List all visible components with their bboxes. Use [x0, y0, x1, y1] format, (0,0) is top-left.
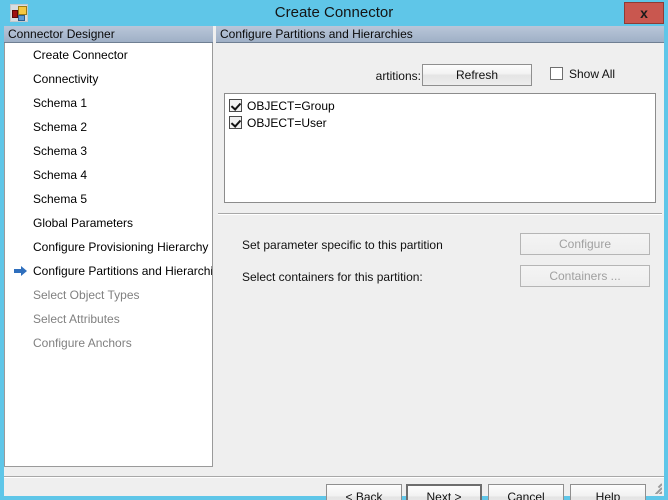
section-divider: [218, 213, 662, 215]
sidebar-list[interactable]: Create Connector Connectivity Schema 1 S…: [4, 43, 213, 467]
sidebar-item-configure-partitions-and-hierarchies[interactable]: Configure Partitions and Hierarchies: [5, 259, 212, 283]
sidebar-item-label: Schema 2: [33, 120, 88, 134]
connector-designer-panel: Connector Designer Create Connector Conn…: [4, 26, 213, 467]
sidebar-item-label: Create Connector: [33, 48, 128, 62]
containers-row-label: Select containers for this partition:: [242, 270, 423, 284]
sidebar-item-label: Schema 3: [33, 144, 88, 158]
refresh-button[interactable]: Refresh: [422, 64, 532, 86]
configure-button[interactable]: Configure: [520, 233, 650, 255]
sidebar-item-configure-anchors: Configure Anchors: [5, 331, 212, 355]
configure-partitions-panel: Configure Partitions and Hierarchies art…: [216, 26, 664, 467]
sidebar-item-schema-5[interactable]: Schema 5: [5, 187, 212, 211]
sidebar-item-create-connector[interactable]: Create Connector: [5, 43, 212, 67]
dialog-button-bar: < Back Next > Cancel Help: [4, 478, 664, 500]
configure-row-label: Set parameter specific to this partition: [242, 238, 443, 252]
arrow-right-icon: [14, 265, 28, 277]
show-all-label: Show All: [569, 67, 616, 81]
partitions-label: artitions:: [375, 69, 421, 83]
window-title: Create Connector: [274, 4, 394, 21]
sidebar-item-select-object-types: Select Object Types: [5, 283, 212, 307]
sidebar-item-schema-4[interactable]: Schema 4: [5, 163, 212, 187]
sidebar-item-label: Select Attributes: [33, 312, 120, 326]
sidebar-item-label: Schema 5: [33, 192, 88, 206]
show-all-checkbox-group[interactable]: Show All: [550, 67, 615, 83]
sidebar-item-select-attributes: Select Attributes: [5, 307, 212, 331]
sidebar-item-label: Configure Partitions and Hierarchies: [33, 264, 213, 278]
containers-button[interactable]: Containers ...: [520, 265, 650, 287]
partition-checkbox[interactable]: [229, 116, 242, 129]
back-button[interactable]: < Back: [326, 484, 402, 500]
partition-list-box[interactable]: OBJECT=Group OBJECT=User: [224, 93, 656, 203]
content-body: artitions: Refresh Show All OBJECT=Group…: [216, 43, 664, 467]
sidebar-item-label: Schema 4: [33, 168, 88, 182]
sidebar-item-schema-2[interactable]: Schema 2: [5, 115, 212, 139]
content-header: Configure Partitions and Hierarchies: [216, 26, 664, 43]
next-button[interactable]: Next >: [406, 484, 482, 500]
dialog-client-area: Connector Designer Create Connector Conn…: [4, 26, 664, 500]
sidebar-item-label: Global Parameters: [33, 216, 134, 230]
resize-grip[interactable]: [648, 480, 662, 494]
sidebar-item-label: Configure Anchors: [33, 336, 132, 350]
sidebar-header: Connector Designer: [4, 26, 213, 43]
sidebar-item-schema-1[interactable]: Schema 1: [5, 91, 212, 115]
cancel-button[interactable]: Cancel: [488, 484, 564, 500]
sidebar-item-label: Select Object Types: [33, 288, 140, 302]
sidebar-item-label: Connectivity: [33, 72, 99, 86]
help-button[interactable]: Help: [570, 484, 646, 500]
title-bar: Create Connector x: [0, 0, 668, 26]
sidebar-item-schema-3[interactable]: Schema 3: [5, 139, 212, 163]
list-item[interactable]: OBJECT=Group: [229, 98, 655, 115]
close-button[interactable]: x: [624, 2, 664, 24]
partition-label: OBJECT=User: [247, 116, 327, 130]
partition-label: OBJECT=Group: [247, 99, 335, 113]
sidebar-item-label: Configure Provisioning Hierarchy: [33, 240, 209, 254]
sidebar-item-label: Schema 1: [33, 96, 88, 110]
partition-checkbox[interactable]: [229, 99, 242, 112]
sidebar-item-configure-provisioning-hierarchy[interactable]: Configure Provisioning Hierarchy: [5, 235, 212, 259]
sidebar-item-connectivity[interactable]: Connectivity: [5, 67, 212, 91]
list-item[interactable]: OBJECT=User: [229, 115, 655, 132]
show-all-checkbox[interactable]: [550, 67, 563, 80]
create-connector-dialog: Create Connector x Connector Designer Cr…: [0, 0, 668, 500]
sidebar-item-global-parameters[interactable]: Global Parameters: [5, 211, 212, 235]
